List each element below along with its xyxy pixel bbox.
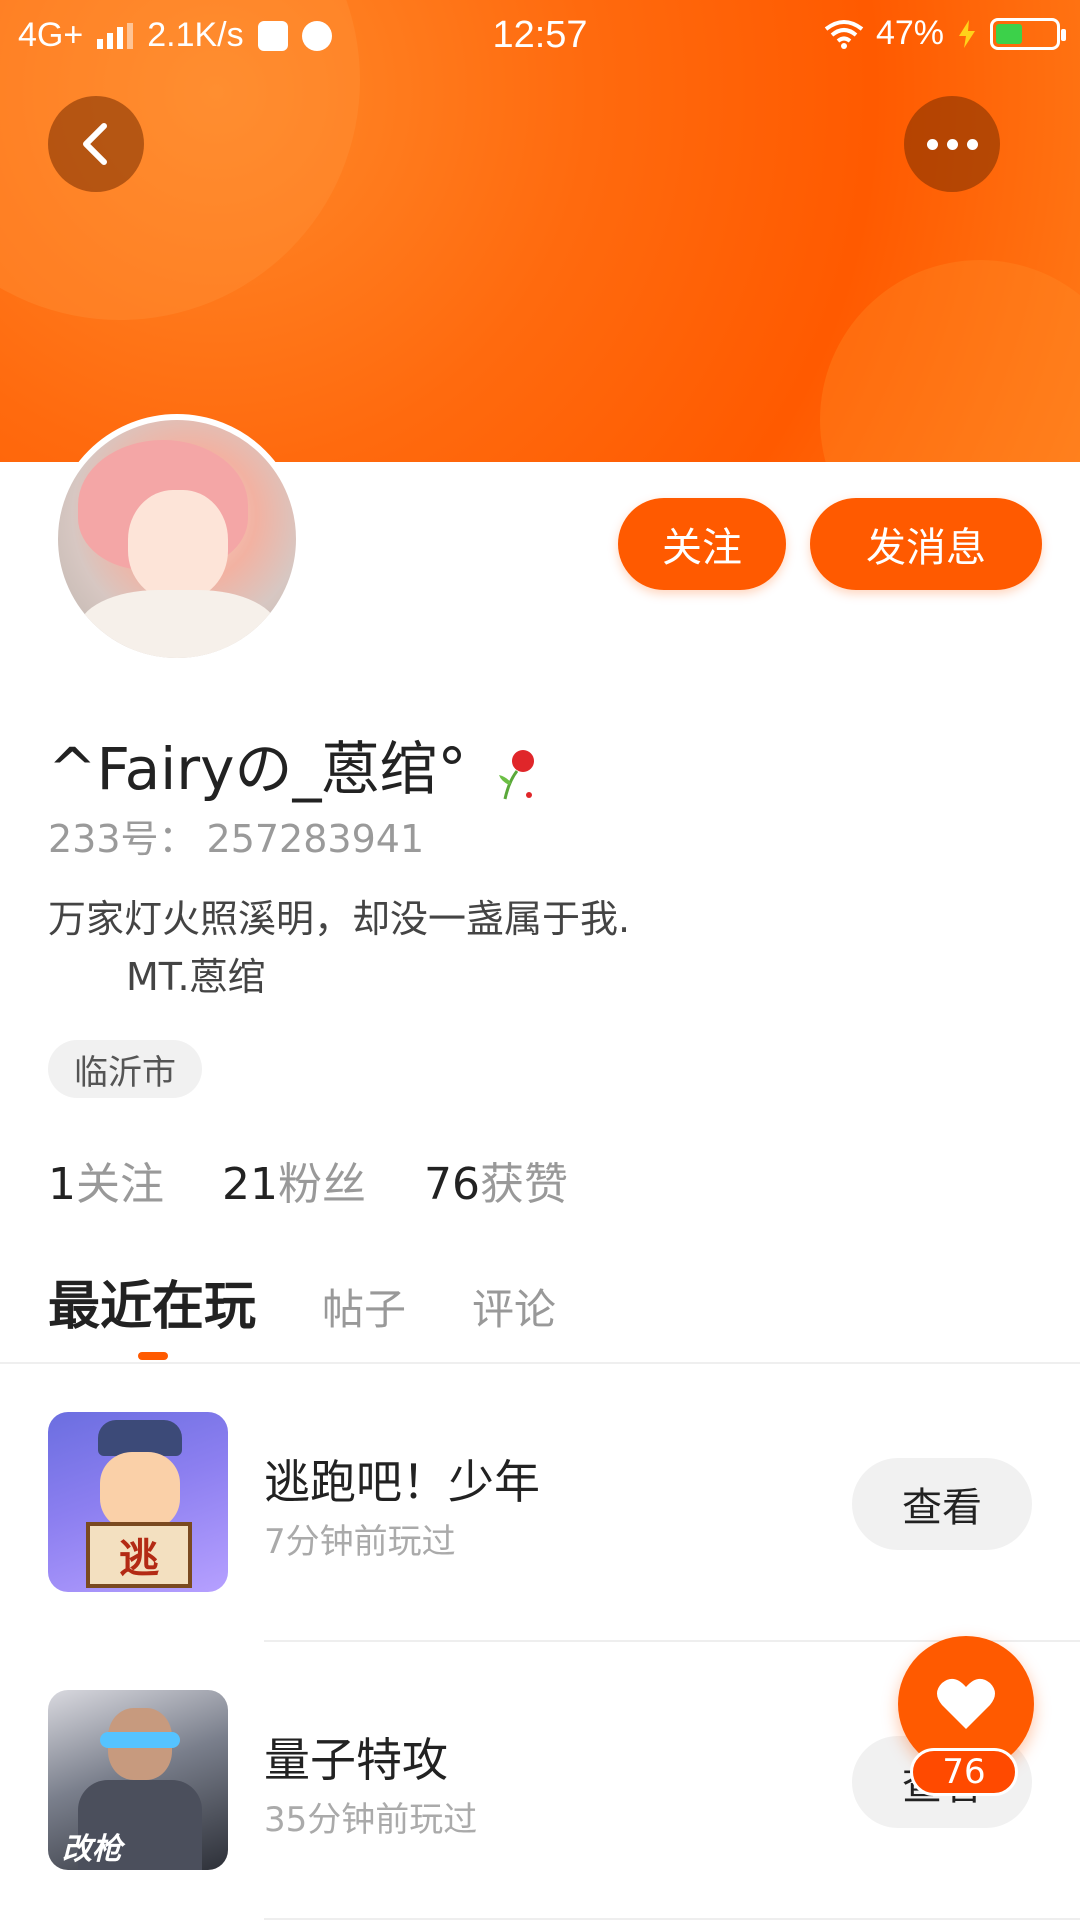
tab-comments[interactable]: 评论 [472,1276,556,1337]
avatar[interactable] [52,414,302,664]
stat-label: 关注 [76,1159,164,1210]
tab-posts[interactable]: 帖子 [322,1276,406,1337]
icon-face [100,1452,180,1530]
tab-recently-played[interactable]: 最近在玩 [48,1264,256,1339]
stat-following[interactable]: 1关注 [48,1148,164,1212]
profile-banner: 4G+ 2.1K/s 12:57 47% [0,0,1080,462]
last-played: 7分钟前玩过 [264,1522,456,1562]
stats-row: 1关注 21粉丝 76获赞 [48,1148,568,1212]
list-item[interactable]: 逃 逃跑吧！少年 7分钟前玩过 查看 [0,1412,1080,1592]
stat-label: 粉丝 [278,1159,366,1210]
avatar-face [128,490,228,600]
chevron-left-icon [83,123,107,165]
stat-label: 获赞 [480,1159,568,1210]
last-played: 35分钟前玩过 [264,1800,478,1840]
username-text: ^Fairyの_蒽绾° [48,735,467,803]
bio: 万家灯火照溪明，却没一盏属于我. MT.蒽绾 [48,890,630,1006]
profile-tabs: 最近在玩 帖子 评论 [48,1264,556,1339]
stat-value: 76 [424,1159,480,1210]
charging-icon [959,19,975,48]
follow-button[interactable]: 关注 [618,498,786,590]
bio-line: 万家灯火照溪明，却没一盏属于我. [48,897,631,941]
status-bar: 4G+ 2.1K/s 12:57 47% [0,0,1080,74]
send-message-button[interactable]: 发消息 [810,498,1042,590]
icon-tag: 改枪 [62,1832,122,1867]
battery-percent: 47% [875,14,944,52]
battery-icon [990,17,1066,50]
stat-value: 1 [48,1159,76,1210]
bio-line: MT.蒽绾 [126,955,266,999]
active-tab-indicator [138,1352,168,1360]
icon-sign: 逃 [86,1522,192,1588]
game-icon: 逃 [48,1412,228,1592]
status-right: 47% [824,14,1066,53]
battery-fill [996,23,1022,44]
wilted-rose-icon [498,749,534,800]
game-title: 逃跑吧！少年 [264,1455,540,1509]
like-count-badge: 76 [910,1748,1018,1796]
wifi-icon [824,19,864,49]
game-icon: 改枪 [48,1690,228,1870]
icon-cap [98,1420,182,1456]
stat-followers[interactable]: 21粉丝 [222,1148,366,1212]
heart-icon [937,1678,995,1729]
stat-likes[interactable]: 76获赞 [424,1148,568,1212]
divider [0,1362,1080,1364]
user-id: 233号： 257283941 [48,808,424,863]
banner-decoration [820,260,1080,462]
user-id-number: 257283941 [206,817,425,861]
icon-visor [100,1732,180,1748]
battery-cap [1061,28,1066,41]
user-id-label: 233号： [48,817,197,861]
more-button[interactable] [904,96,1000,192]
username: ^Fairyの_蒽绾° [48,722,539,806]
more-dots-icon [926,138,978,150]
avatar-body [78,590,278,658]
back-button[interactable] [48,96,144,192]
game-title: 量子特攻 [264,1733,448,1787]
stat-value: 21 [222,1159,278,1210]
view-button[interactable]: 查看 [852,1458,1032,1550]
location-tag[interactable]: 临沂市 [48,1040,202,1098]
